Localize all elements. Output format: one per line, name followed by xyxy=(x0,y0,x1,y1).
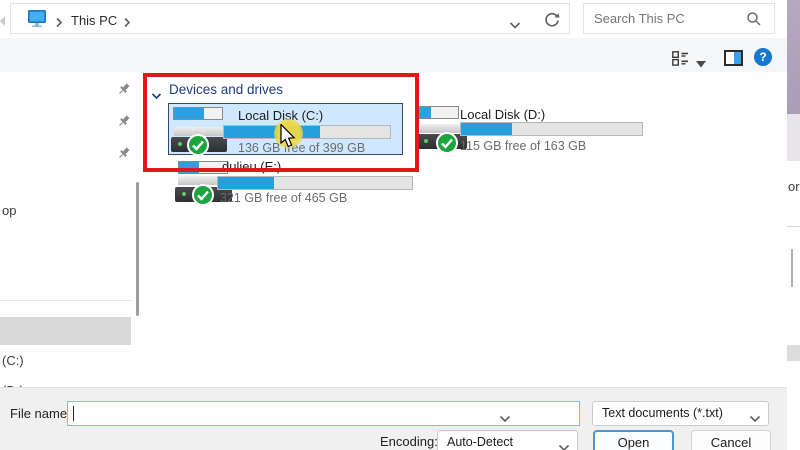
checkmark-badge-icon xyxy=(436,132,458,154)
sidebar-item-drive-c-clipped[interactable]: (C:) xyxy=(2,353,24,368)
sidebar-divider xyxy=(0,300,131,301)
encoding-value: Auto-Detect xyxy=(447,435,513,449)
sidebar-scrollbar[interactable] xyxy=(136,182,139,316)
change-view-icon[interactable] xyxy=(672,51,689,71)
cancel-button[interactable]: Cancel xyxy=(691,430,771,450)
background-app-divider xyxy=(787,226,800,227)
file-type-select[interactable]: Text documents (*.txt) xyxy=(592,401,769,426)
checkmark-badge-icon xyxy=(192,184,214,206)
chevron-down-icon xyxy=(749,410,761,428)
view-dropdown-caret-icon[interactable] xyxy=(696,55,706,73)
breadcrumb-separator-icon xyxy=(55,15,63,33)
drive-usage-bar xyxy=(217,176,413,190)
breadcrumb-separator-icon xyxy=(123,15,131,33)
drive-item-local-disk-d[interactable]: Local Disk (D:) 115 GB free of 163 GB xyxy=(417,103,660,155)
refresh-icon[interactable] xyxy=(542,10,562,35)
dialog-footer: File name: Text documents (*.txt) Encodi… xyxy=(0,387,787,450)
help-icon[interactable]: ? xyxy=(754,48,772,66)
chevron-down-icon[interactable] xyxy=(499,410,511,428)
search-box[interactable] xyxy=(583,3,775,34)
sidebar-item-desktop-clipped[interactable]: op xyxy=(2,203,16,218)
file-name-combobox[interactable] xyxy=(67,401,580,426)
drive-free-space: 321 GB free of 465 GB xyxy=(220,191,347,205)
drive-name: Local Disk (D:) xyxy=(460,107,545,122)
background-app-scrollbar xyxy=(791,249,793,287)
pin-icon xyxy=(116,146,131,166)
drive-usage-bar xyxy=(460,122,643,136)
drive-icon-capacity-bar xyxy=(419,106,459,119)
this-pc-icon xyxy=(27,9,47,33)
drive-free-space: 115 GB free of 163 GB xyxy=(460,139,586,153)
background-app-edge: or xyxy=(787,0,800,450)
encoding-label: Encoding: xyxy=(380,434,438,449)
back-button-fragment[interactable] xyxy=(0,16,5,26)
background-app-clipped-text: or xyxy=(788,179,800,194)
file-type-value: Text documents (*.txt) xyxy=(602,406,723,420)
address-dropdown-icon[interactable] xyxy=(509,16,521,34)
open-button[interactable]: Open xyxy=(593,430,674,450)
background-app-gray-region xyxy=(787,114,800,161)
file-name-label: File name: xyxy=(10,406,71,421)
pin-icon xyxy=(116,82,131,102)
mouse-cursor-icon xyxy=(280,124,299,155)
background-app-purple-region xyxy=(787,0,800,114)
pin-icon xyxy=(116,114,131,134)
sidebar-item-this-pc-selected[interactable] xyxy=(0,317,131,345)
search-input[interactable] xyxy=(594,8,734,29)
background-app-gray-band xyxy=(787,345,800,361)
chevron-down-icon xyxy=(558,439,570,450)
address-bar[interactable]: This PC xyxy=(10,3,570,34)
text-caret xyxy=(73,406,74,421)
breadcrumb-this-pc[interactable]: This PC xyxy=(71,13,117,28)
encoding-select[interactable]: Auto-Detect xyxy=(437,430,578,450)
preview-pane-icon[interactable] xyxy=(724,50,743,71)
open-file-dialog: This PC ? op xyxy=(0,0,800,450)
navigation-sidebar: op (C:) (D:) xyxy=(0,72,148,387)
command-toolbar: ? xyxy=(0,38,787,72)
search-icon[interactable] xyxy=(746,11,762,32)
